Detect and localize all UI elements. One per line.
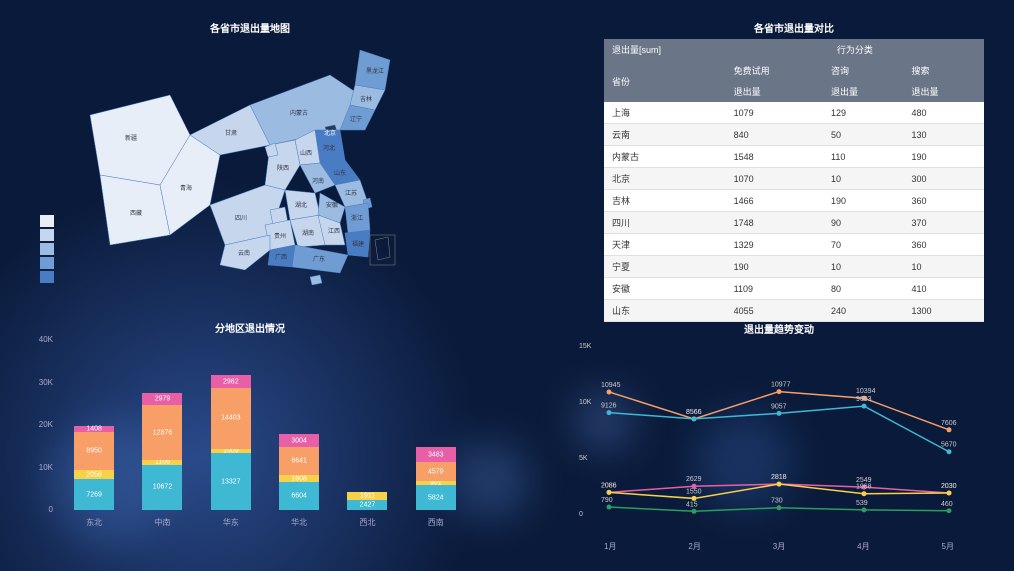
table-row[interactable]: 上海1079129480 xyxy=(604,102,984,124)
table-panel: 各省市退出量对比 退出量[sum]行为分类 省份 免费试用 咨询 搜索 退出量退… xyxy=(604,20,984,322)
svg-text:9057: 9057 xyxy=(771,403,787,410)
svg-text:7606: 7606 xyxy=(941,420,957,427)
data-table[interactable]: 退出量[sum]行为分类 省份 免费试用 咨询 搜索 退出量退出量退出量 上海1… xyxy=(604,39,984,322)
svg-text:790: 790 xyxy=(601,497,613,504)
table-title: 各省市退出量对比 xyxy=(604,20,984,35)
svg-text:西藏: 西藏 xyxy=(130,209,142,217)
svg-text:青海: 青海 xyxy=(180,184,192,192)
bar-panel: 分地区退出情况 40K 30K 20K 10K 0 72692058895014… xyxy=(30,320,470,550)
bar-chart[interactable]: 40K 30K 20K 10K 0 7269205889501408东北 1067… xyxy=(30,335,470,535)
svg-text:2818: 2818 xyxy=(771,474,787,481)
svg-text:山东: 山东 xyxy=(334,169,346,177)
th-c2: 搜索 xyxy=(903,60,984,81)
svg-text:539: 539 xyxy=(856,500,868,507)
bar-y-axis: 40K 30K 20K 10K 0 xyxy=(30,335,55,505)
th-prov: 省份 xyxy=(604,60,726,102)
svg-text:福建: 福建 xyxy=(352,240,364,248)
svg-text:山西: 山西 xyxy=(300,149,312,157)
table-row[interactable]: 四川174890370 xyxy=(604,212,984,234)
line-title: 退出量趋势变动 xyxy=(574,321,984,336)
bar-group[interactable]: 24271911西北 xyxy=(347,492,387,510)
svg-text:吉林: 吉林 xyxy=(360,95,372,103)
svg-text:广东: 广东 xyxy=(313,255,325,263)
line-panel: 退出量趋势变动 15K 10K 5K 0 10945 8566 10977 10394 7606… xyxy=(574,321,984,551)
svg-text:江西: 江西 xyxy=(328,228,340,235)
svg-text:四川: 四川 xyxy=(235,215,247,222)
svg-text:1550: 1550 xyxy=(686,488,702,495)
map-legend xyxy=(40,215,54,285)
svg-text:陕西: 陕西 xyxy=(277,164,289,172)
svg-text:10945: 10945 xyxy=(601,382,621,389)
svg-text:河南: 河南 xyxy=(312,177,324,185)
map-panel: 各省市退出量地图 xyxy=(30,20,470,300)
svg-text:415: 415 xyxy=(686,501,698,508)
svg-text:9126: 9126 xyxy=(601,403,617,410)
svg-text:浙江: 浙江 xyxy=(351,214,363,222)
map-title: 各省市退出量地图 xyxy=(30,20,470,35)
svg-text:10977: 10977 xyxy=(771,382,791,389)
svg-text:5670: 5670 xyxy=(941,442,957,449)
svg-text:内蒙古: 内蒙古 xyxy=(290,109,308,117)
svg-text:黑龙江: 黑龙江 xyxy=(366,67,384,75)
svg-text:8566: 8566 xyxy=(686,409,702,416)
svg-text:湖北: 湖北 xyxy=(295,201,307,209)
th-category: 行为分类 xyxy=(726,39,984,60)
bar-group[interactable]: 582490145793483西南 xyxy=(416,447,456,510)
table-row[interactable]: 内蒙古1548110190 xyxy=(604,146,984,168)
svg-text:10394: 10394 xyxy=(856,388,876,395)
bar-group[interactable]: 7269205889501408东北 xyxy=(74,426,114,510)
th-sum: 退出量[sum] xyxy=(604,39,726,60)
svg-text:云南: 云南 xyxy=(238,249,250,257)
bar-group[interactable]: 6604160866413004华北 xyxy=(279,434,319,510)
svg-text:730: 730 xyxy=(771,498,783,505)
table-row[interactable]: 宁夏1901010 xyxy=(604,256,984,278)
svg-text:甘肃: 甘肃 xyxy=(225,129,237,137)
svg-text:2086: 2086 xyxy=(601,482,617,489)
svg-text:河北: 河北 xyxy=(323,144,335,152)
th-c1: 咨询 xyxy=(823,60,903,81)
svg-text:9693: 9693 xyxy=(856,396,872,403)
table-row[interactable]: 云南84050130 xyxy=(604,124,984,146)
svg-text:广西: 广西 xyxy=(275,253,287,261)
table-row[interactable]: 山东40552401300 xyxy=(604,300,984,322)
table-row[interactable]: 北京107010300 xyxy=(604,168,984,190)
svg-text:湖南: 湖南 xyxy=(302,229,314,237)
svg-text:新疆: 新疆 xyxy=(125,134,137,142)
china-map[interactable]: 新疆西藏 青海 甘肃 内蒙古 黑龙江 吉林辽宁北京 河北山西陕西 山东河南湖北 江苏安… xyxy=(70,35,450,285)
svg-text:2629: 2629 xyxy=(686,476,702,483)
bar-group[interactable]: 133271009144032982华东 xyxy=(211,375,251,510)
th-c0: 免费试用 xyxy=(726,60,823,81)
svg-text:5K: 5K xyxy=(579,455,588,462)
svg-text:0: 0 xyxy=(579,511,583,518)
bar-title: 分地区退出情况 xyxy=(30,320,470,335)
line-chart[interactable]: 15K10K5K01094585661097710394760691268566… xyxy=(574,336,984,536)
table-row[interactable]: 吉林1466190360 xyxy=(604,190,984,212)
svg-text:江苏: 江苏 xyxy=(345,189,357,197)
svg-text:1968: 1968 xyxy=(856,484,872,491)
svg-text:2030: 2030 xyxy=(941,483,957,490)
svg-text:贵州: 贵州 xyxy=(274,232,286,240)
bar-group[interactable]: 106721106128762979中南 xyxy=(142,393,182,510)
svg-text:460: 460 xyxy=(941,501,953,508)
svg-text:10K: 10K xyxy=(579,399,592,406)
svg-text:15K: 15K xyxy=(579,343,592,350)
table-row[interactable]: 安徽110980410 xyxy=(604,278,984,300)
table-row[interactable]: 天津132970360 xyxy=(604,234,984,256)
svg-text:北京: 北京 xyxy=(324,129,336,137)
svg-text:安徽: 安徽 xyxy=(326,201,338,209)
svg-text:辽宁: 辽宁 xyxy=(350,115,362,123)
